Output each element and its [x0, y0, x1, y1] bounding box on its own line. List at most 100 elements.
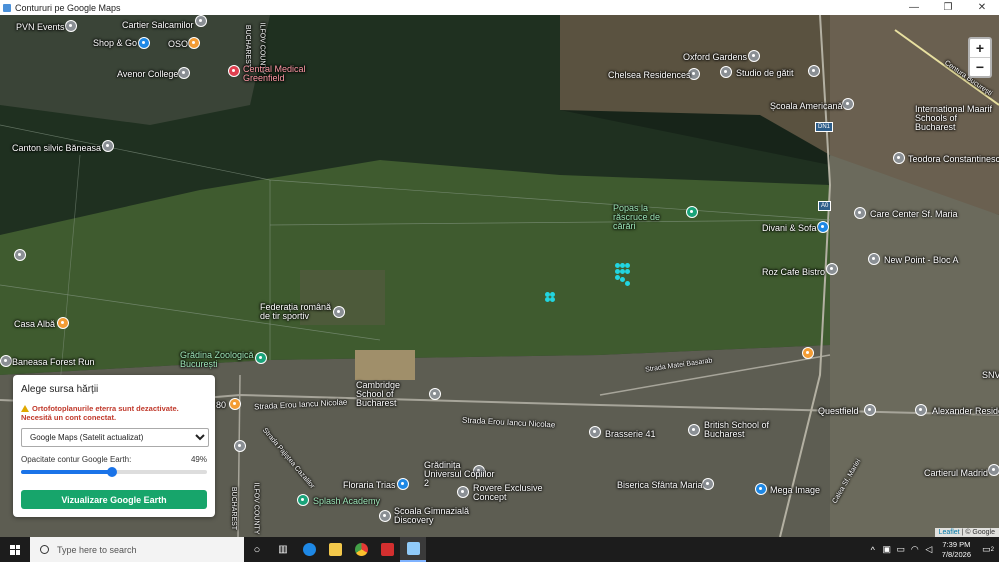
clock[interactable]: 7:39 PM 7/8/2026	[942, 540, 971, 560]
place-label[interactable]: Cartier Salcamilor	[122, 20, 194, 30]
place-pin[interactable]	[864, 404, 876, 416]
place-pin[interactable]	[14, 249, 26, 261]
place-label[interactable]: Mega Image	[770, 485, 820, 495]
chevron-up-icon[interactable]: ^	[866, 545, 880, 555]
start-button[interactable]	[0, 537, 30, 562]
shopping-pin[interactable]	[817, 221, 829, 233]
place-label[interactable]: Avenor College	[117, 69, 178, 79]
opacity-slider[interactable]	[21, 467, 207, 477]
place-pin[interactable]	[589, 426, 601, 438]
app-icon	[3, 3, 11, 12]
place-pin[interactable]	[826, 263, 838, 275]
place-pin[interactable]	[429, 388, 441, 400]
edge-icon[interactable]	[296, 537, 322, 562]
place-label[interactable]: Canton silvic Băneasa	[12, 143, 101, 153]
place-pin[interactable]	[868, 253, 880, 265]
restaurant-pin[interactable]	[188, 37, 200, 49]
place-label[interactable]: Chelsea Residences	[608, 70, 691, 80]
place-label[interactable]: Questfield	[818, 406, 859, 416]
restaurant-pin[interactable]	[229, 398, 241, 410]
place-pin[interactable]	[748, 50, 760, 62]
wifi-icon[interactable]: ◠	[908, 544, 922, 555]
shopping-pin[interactable]	[138, 37, 150, 49]
place-label[interactable]: Cambridge School of Bucharest	[356, 381, 428, 408]
task-view-icon[interactable]: ○	[244, 537, 270, 562]
place-label[interactable]: New Point - Bloc A	[884, 255, 959, 265]
battery-icon[interactable]: ▭	[894, 544, 908, 555]
place-label[interactable]: British School of Bucharest	[704, 421, 774, 439]
place-pin[interactable]	[234, 440, 246, 452]
place-label[interactable]: Oxford Gardens	[683, 52, 747, 62]
place-pin[interactable]	[102, 140, 114, 152]
minimize-icon[interactable]: —	[897, 0, 931, 15]
warning-icon	[21, 405, 29, 412]
widgets-icon[interactable]: ▥	[270, 537, 296, 562]
place-label[interactable]: OSO	[168, 39, 188, 49]
zoom-out-button[interactable]: −	[970, 57, 990, 76]
place-label[interactable]: PVN Events	[16, 22, 65, 32]
place-label[interactable]: Shop & Go	[93, 38, 137, 48]
place-label[interactable]: Casa Albă	[14, 319, 55, 329]
app-tray-icon[interactable]: ▣	[880, 544, 894, 555]
place-label[interactable]: Roz Cafe Bistro	[762, 267, 825, 277]
church-pin[interactable]	[702, 478, 714, 490]
place-label[interactable]: Floraria Trias	[343, 480, 396, 490]
map-source-select[interactable]: Google Maps (Satelit actualizat)	[21, 428, 209, 447]
place-label[interactable]: Teodora Constantinescu	[908, 154, 999, 164]
place-label[interactable]: Rovere Exclusive Concept	[473, 484, 547, 502]
file-explorer-icon[interactable]	[322, 537, 348, 562]
restaurant-pin[interactable]	[802, 347, 814, 359]
place-pin[interactable]	[720, 66, 732, 78]
place-pin[interactable]	[988, 464, 999, 476]
place-pin[interactable]	[195, 15, 207, 27]
place-pin[interactable]	[893, 152, 905, 164]
place-label[interactable]: Grădina Zoologică București	[180, 351, 254, 369]
place-label[interactable]: Biserica Sfânta Maria	[617, 480, 703, 490]
place-pin[interactable]	[686, 206, 698, 218]
place-label[interactable]: Baneasa Forest Run	[12, 357, 95, 367]
place-label[interactable]: Școala Americană	[770, 101, 843, 111]
view-google-earth-button[interactable]: Vizualizare Google Earth	[21, 490, 207, 509]
place-label[interactable]: Splash Academy	[313, 496, 380, 506]
place-label[interactable]: Brasserie 41	[605, 429, 656, 439]
active-window-icon[interactable]	[400, 537, 426, 562]
place-pin[interactable]	[379, 510, 391, 522]
place-label[interactable]: Central Medical Greenfield	[243, 65, 318, 83]
place-pin[interactable]	[178, 67, 190, 79]
place-label[interactable]: Studio de gătit	[736, 68, 794, 78]
place-label[interactable]: International Maarif Schools of Buchares…	[915, 105, 999, 132]
zoom-in-button[interactable]: +	[970, 39, 990, 57]
volume-icon[interactable]: ◁	[922, 544, 936, 555]
place-label[interactable]: Popas la răscruce de cărări	[613, 204, 685, 231]
app-icon[interactable]	[374, 537, 400, 562]
place-pin[interactable]	[915, 404, 927, 416]
close-icon[interactable]: ✕	[965, 0, 999, 15]
map-attribution: Leaflet | © Google	[934, 528, 999, 537]
place-pin[interactable]	[842, 98, 854, 110]
place-label[interactable]: Alexander Residence	[932, 406, 999, 416]
place-pin[interactable]	[297, 494, 309, 506]
restore-icon[interactable]: ❐	[931, 0, 965, 15]
opacity-slider-handle[interactable]	[107, 467, 118, 477]
place-label[interactable]: Divani & Sofa	[762, 223, 817, 233]
zoo-pin[interactable]	[255, 352, 267, 364]
restaurant-pin[interactable]	[57, 317, 69, 329]
shopping-pin[interactable]	[755, 483, 767, 495]
place-pin[interactable]	[0, 355, 12, 367]
place-pin[interactable]	[808, 65, 820, 77]
place-pin[interactable]	[854, 207, 866, 219]
place-pin[interactable]	[457, 486, 469, 498]
leaflet-link[interactable]: Leaflet	[939, 529, 960, 536]
chrome-icon[interactable]	[348, 537, 374, 562]
place-label[interactable]: Care Center Sf. Maria	[870, 209, 958, 219]
shopping-pin[interactable]	[397, 478, 409, 490]
place-label[interactable]: Federația română de tir sportiv	[260, 303, 332, 321]
place-pin[interactable]	[65, 20, 77, 32]
place-pin[interactable]	[333, 306, 345, 318]
place-label[interactable]: Școala Gimnazială Discovery	[394, 507, 474, 525]
notification-icon[interactable]: ▭ 2	[977, 537, 999, 562]
hospital-pin[interactable]	[228, 65, 240, 77]
place-pin[interactable]	[688, 424, 700, 436]
taskbar-search[interactable]: Type here to search	[30, 537, 244, 562]
place-label[interactable]: Cartierul Madrid	[924, 468, 988, 478]
